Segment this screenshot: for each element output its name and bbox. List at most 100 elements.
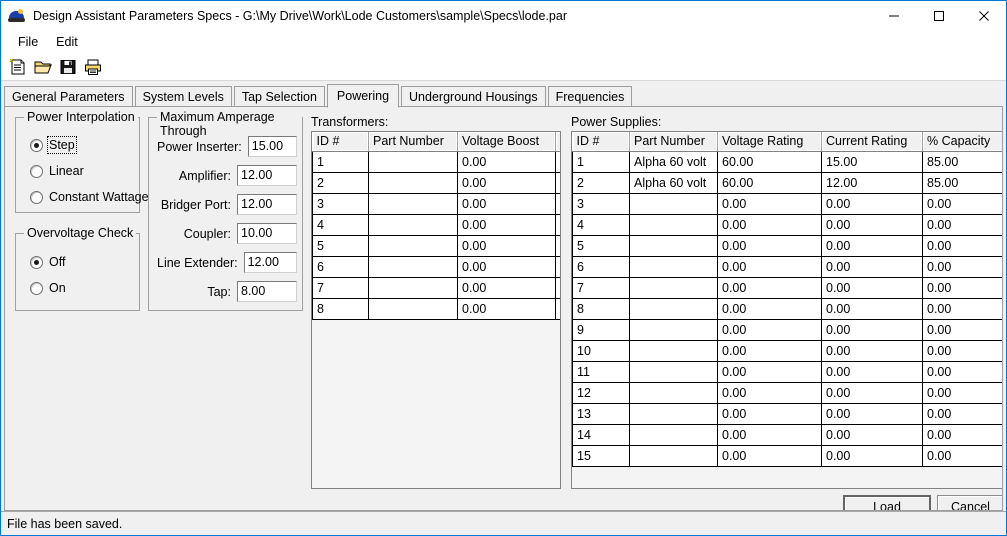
new-document-button[interactable] (5, 55, 30, 79)
cell-percent-capacity[interactable]: 0.00 (922, 256, 1002, 278)
radio-overvoltage-off[interactable]: Off (30, 255, 65, 269)
table-row[interactable]: 13 0.00 0.00 0.00 (572, 403, 1002, 425)
radio-power-interpolation-linear[interactable]: Linear (30, 164, 84, 178)
cell-current-rating[interactable]: 0.00 (821, 445, 923, 467)
cell-voltage-rating[interactable]: 60.00 (717, 172, 822, 194)
amplifier-input[interactable]: 12.00 (237, 165, 297, 186)
cell-voltage-rating[interactable]: 0.00 (717, 403, 822, 425)
table-row[interactable]: 5 0.00 (312, 235, 560, 257)
cell-voltage-rating[interactable]: 0.00 (717, 445, 822, 467)
radio-overvoltage-on[interactable]: On (30, 281, 66, 295)
cell-percent-capacity[interactable]: 0.00 (922, 403, 1002, 425)
cell-id[interactable]: 13 (572, 403, 630, 425)
col-percent-capacity[interactable]: % Capacity (922, 132, 1002, 152)
bridger-port-input[interactable]: 12.00 (237, 194, 297, 215)
print-button[interactable] (80, 55, 105, 79)
table-row[interactable]: 8 0.00 0.00 0.00 (572, 298, 1002, 320)
cell-id[interactable]: 2 (572, 172, 630, 194)
cell-id[interactable]: 15 (572, 445, 630, 467)
col-id[interactable]: ID # (312, 132, 369, 152)
cell-part-number[interactable] (629, 277, 718, 299)
cell-current-rating[interactable]: 0.00 (821, 382, 923, 404)
cell-extra[interactable] (555, 298, 560, 320)
table-row[interactable]: 3 0.00 0.00 0.00 (572, 193, 1002, 215)
table-row[interactable]: 9 0.00 0.00 0.00 (572, 319, 1002, 341)
cell-id[interactable]: 4 (312, 214, 369, 236)
cell-percent-capacity[interactable]: 0.00 (922, 193, 1002, 215)
tab-tap-selection[interactable]: Tap Selection (233, 86, 325, 106)
table-row[interactable]: 7 0.00 (312, 277, 560, 299)
tab-underground-housings[interactable]: Underground Housings (401, 86, 546, 106)
coupler-input[interactable]: 10.00 (237, 223, 297, 244)
radio-power-interpolation-step[interactable]: Step (30, 136, 77, 154)
table-row[interactable]: 6 0.00 (312, 256, 560, 278)
cell-voltage-boost[interactable]: 0.00 (457, 298, 556, 320)
table-row[interactable]: 4 0.00 0.00 0.00 (572, 214, 1002, 236)
cell-voltage-rating[interactable]: 0.00 (717, 235, 822, 257)
cell-part-number[interactable]: Alpha 60 volt (629, 172, 718, 194)
cell-current-rating[interactable]: 0.00 (821, 256, 923, 278)
cell-voltage-rating[interactable]: 0.00 (717, 424, 822, 446)
cell-current-rating[interactable]: 0.00 (821, 319, 923, 341)
cell-percent-capacity[interactable]: 0.00 (922, 235, 1002, 257)
load-button[interactable]: Load (843, 495, 931, 510)
cell-id[interactable]: 1 (572, 150, 630, 173)
cell-voltage-rating[interactable]: 0.00 (717, 298, 822, 320)
cell-part-number[interactable] (629, 403, 718, 425)
table-row[interactable]: 15 0.00 0.00 0.00 (572, 445, 1002, 467)
table-row[interactable]: 14 0.00 0.00 0.00 (572, 424, 1002, 446)
cell-voltage-boost[interactable]: 0.00 (457, 214, 556, 236)
col-id[interactable]: ID # (572, 132, 630, 152)
cell-id[interactable]: 14 (572, 424, 630, 446)
cell-part-number[interactable] (629, 382, 718, 404)
cancel-button[interactable]: Cancel (937, 495, 1002, 510)
cell-part-number[interactable] (629, 319, 718, 341)
tap-input[interactable]: 8.00 (237, 281, 297, 302)
cell-current-rating[interactable]: 0.00 (821, 361, 923, 383)
col-voltage-boost[interactable]: Voltage Boost (457, 132, 556, 152)
cell-part-number[interactable] (368, 235, 458, 257)
cell-extra[interactable] (555, 150, 560, 173)
power-inserter-input[interactable]: 15.00 (247, 136, 297, 157)
cell-id[interactable]: 7 (572, 277, 630, 299)
cell-current-rating[interactable]: 0.00 (821, 235, 923, 257)
cell-part-number[interactable] (629, 256, 718, 278)
cell-id[interactable]: 6 (572, 256, 630, 278)
col-voltage-rating[interactable]: Voltage Rating (717, 132, 822, 152)
cell-percent-capacity[interactable]: 0.00 (922, 445, 1002, 467)
table-row[interactable]: 2 0.00 (312, 172, 560, 194)
col-extra[interactable] (555, 132, 560, 152)
open-folder-button[interactable] (30, 55, 55, 79)
cell-id[interactable]: 1 (312, 150, 369, 173)
cell-percent-capacity[interactable]: 0.00 (922, 214, 1002, 236)
cell-part-number[interactable] (368, 214, 458, 236)
table-row[interactable]: 3 0.00 (312, 193, 560, 215)
cell-part-number[interactable] (368, 277, 458, 299)
cell-id[interactable]: 11 (572, 361, 630, 383)
table-row[interactable]: 2 Alpha 60 volt 60.00 12.00 85.00 (572, 172, 1002, 194)
cell-id[interactable]: 5 (572, 235, 630, 257)
cell-voltage-boost[interactable]: 0.00 (457, 172, 556, 194)
transformers-grid[interactable]: ID # Part Number Voltage Boost 1 0.00 2 0.0… (311, 131, 561, 489)
cell-extra[interactable] (555, 256, 560, 278)
cell-voltage-boost[interactable]: 0.00 (457, 150, 556, 173)
tab-general-parameters[interactable]: General Parameters (4, 86, 133, 106)
radio-power-interpolation-constant-wattage[interactable]: Constant Wattage (30, 190, 149, 204)
col-current-rating[interactable]: Current Rating (821, 132, 923, 152)
col-part-number[interactable]: Part Number (368, 132, 458, 152)
cell-id[interactable]: 8 (312, 298, 369, 320)
cell-id[interactable]: 3 (312, 193, 369, 215)
cell-percent-capacity[interactable]: 0.00 (922, 319, 1002, 341)
table-row[interactable]: 1 Alpha 60 volt 60.00 15.00 85.00 (572, 150, 1002, 173)
line-extender-input[interactable]: 12.00 (243, 252, 297, 273)
cell-id[interactable]: 4 (572, 214, 630, 236)
cell-part-number[interactable] (368, 298, 458, 320)
cell-current-rating[interactable]: 15.00 (821, 150, 923, 173)
cell-current-rating[interactable]: 0.00 (821, 193, 923, 215)
table-row[interactable]: 6 0.00 0.00 0.00 (572, 256, 1002, 278)
close-button[interactable] (961, 1, 1006, 31)
cell-extra[interactable] (555, 277, 560, 299)
cell-extra[interactable] (555, 193, 560, 215)
cell-voltage-rating[interactable]: 0.00 (717, 361, 822, 383)
cell-id[interactable]: 3 (572, 193, 630, 215)
